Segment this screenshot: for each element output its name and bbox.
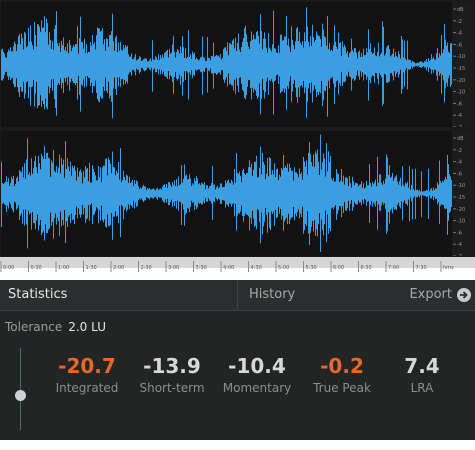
tolerance-label: Tolerance [5,320,63,334]
db-label: -20 [457,78,465,84]
metric-short-term-value: -13.9 [143,354,201,378]
time-label: 2:00 [113,265,124,271]
time-label: 7:30 [416,265,427,271]
metric-momentary-label: Momentary [222,381,292,395]
time-label: 1:30 [86,265,97,271]
db-label: -15 [457,66,465,72]
time-label: 3:00 [168,265,179,271]
metric-integrated-label: Integrated [55,381,119,395]
time-label: 5:00 [278,265,289,271]
db-label: -6 [457,171,462,177]
db-label: dB [457,7,464,13]
waveform-panel[interactable]: dB -2 -4 -6 -10 -15 -20 -10 -6 -4 -2 dB -2 -4 -6 -10 -1… [0,0,475,272]
metric-integrated: -20.7 Integrated [42,353,132,396]
db-label: -4 [457,31,462,37]
metric-momentary-value: -10.4 [228,354,286,378]
arrow-right-icon [457,288,471,302]
tolerance-slider-thumb[interactable] [15,390,26,401]
metric-short-term-label: Short-term [139,381,205,395]
metric-integrated-value: -20.7 [58,354,116,378]
db-label: -10 [457,219,465,225]
time-label: 5:30 [306,265,317,271]
metric-lra: 7.4 LRA [377,353,467,396]
time-label: 3:30 [196,265,207,271]
time-label: 1:00 [58,265,69,271]
time-label: 7:00 [388,265,399,271]
time-label: hms [443,265,454,271]
db-label: -6 [457,101,462,107]
time-label: 4:00 [223,265,234,271]
db-scale-right: dB -2 -4 -6 -10 -15 -20 -10 -6 -4 -2 [453,131,473,260]
tolerance-value: 2.0 LU [68,320,107,334]
waveform-channel-right[interactable] [1,131,452,256]
db-label: -4 [457,113,462,119]
time-label: 0:30 [31,265,42,271]
metric-true-peak-value: -0.2 [320,354,364,378]
time-label: 4:30 [251,265,262,271]
db-label: -4 [457,160,462,166]
metric-momentary: -10.4 Momentary [212,353,302,396]
metric-short-term: -13.9 Short-term [127,353,217,396]
db-label: -20 [457,207,465,213]
metric-lra-value: 7.4 [404,354,440,378]
tolerance-slider-track[interactable] [20,348,21,430]
tab-history[interactable]: History [237,280,367,310]
db-label: -10 [457,90,465,96]
db-label: -2 [457,125,462,127]
db-label: -15 [457,195,465,201]
db-label: dB [457,136,464,142]
time-ruler[interactable]: 0:00 0:30 1:00 1:30 2:00 2:30 3:00 3:30 4:00 4:30… [0,257,475,272]
db-label: -6 [457,42,462,48]
loudness-statistics-panel: Statistics History Export Tolerance 2.0 L… [0,280,475,440]
time-label: 6:30 [361,265,372,271]
db-label: -4 [457,242,462,248]
tab-bar: Statistics History Export [0,280,475,311]
db-label: -2 [457,254,462,256]
db-label: -10 [457,183,465,189]
time-label: 0:00 [3,265,14,271]
metric-lra-label: LRA [410,381,434,395]
tab-statistics[interactable]: Statistics [0,280,236,310]
db-label: -2 [457,148,462,154]
metric-true-peak-label: True Peak [313,381,371,395]
export-button[interactable]: Export [409,280,471,310]
db-label: -10 [457,54,465,60]
time-label: 2:30 [141,265,152,271]
db-label: -6 [457,230,462,236]
waveform-channel-left[interactable] [1,2,452,127]
db-label: -2 [457,19,462,25]
export-label: Export [409,287,452,302]
db-scale-left: dB -2 -4 -6 -10 -15 -20 -10 -6 -4 -2 [453,2,473,131]
metric-true-peak: -0.2 True Peak [297,353,387,396]
time-label: 6:00 [333,265,344,271]
tolerance-setting: Tolerance 2.0 LU [5,320,106,334]
